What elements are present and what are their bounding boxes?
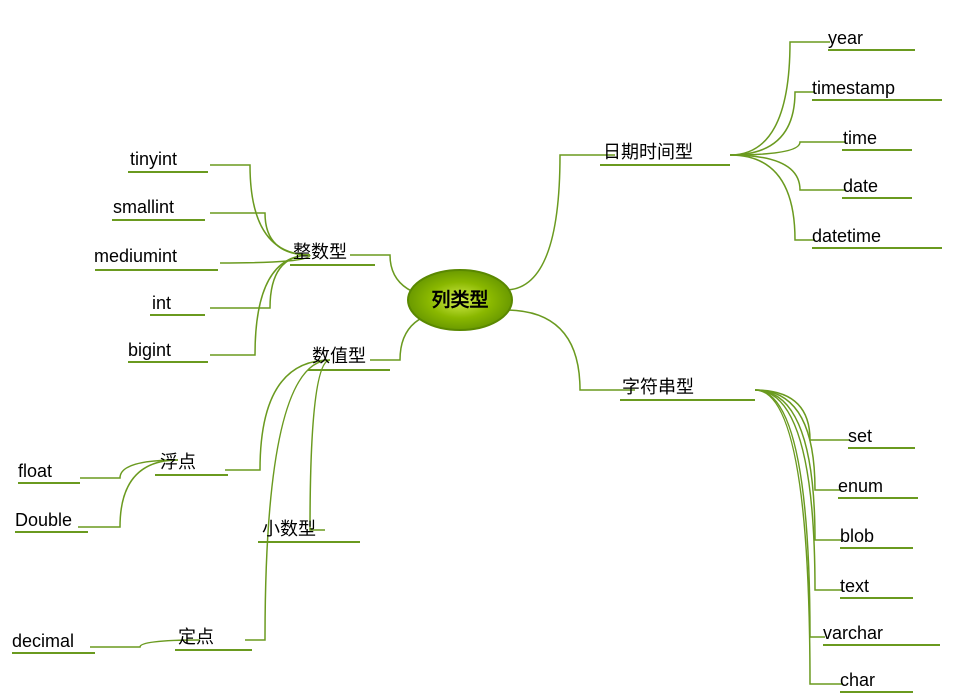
leaf-varchar: varchar	[823, 623, 883, 643]
leaf-time: time	[843, 128, 877, 148]
leaf-datetime: datetime	[812, 226, 881, 246]
leaf-text: text	[840, 576, 869, 596]
leaf-char: char	[840, 670, 875, 690]
leaf-double: Double	[15, 510, 72, 530]
leaf-timestamp: timestamp	[812, 78, 895, 98]
branch-float: 浮点	[160, 452, 196, 472]
leaf-bigint: bigint	[128, 340, 171, 360]
leaf-tinyint: tinyint	[130, 149, 177, 169]
leaf-float: float	[18, 461, 52, 481]
leaf-date: date	[843, 176, 878, 196]
leaf-set: set	[848, 426, 872, 446]
leaf-int: int	[152, 293, 171, 313]
leaf-smallint: smallint	[113, 197, 174, 217]
branch-decimal: 小数型	[262, 519, 316, 539]
leaf-year: year	[828, 28, 863, 48]
branch-string: 字符串型	[622, 377, 694, 397]
leaf-blob: blob	[840, 526, 874, 546]
branch-datetime: 日期时间型	[603, 142, 693, 162]
leaf-decimal: decimal	[12, 631, 74, 651]
leaf-enum: enum	[838, 476, 883, 496]
leaf-mediumint: mediumint	[94, 246, 177, 266]
center-label: 列类型	[431, 288, 488, 311]
branch-numeric: 数值型	[312, 346, 366, 366]
branch-fixed: 定点	[178, 627, 214, 647]
branch-integer: 整数型	[293, 242, 347, 262]
